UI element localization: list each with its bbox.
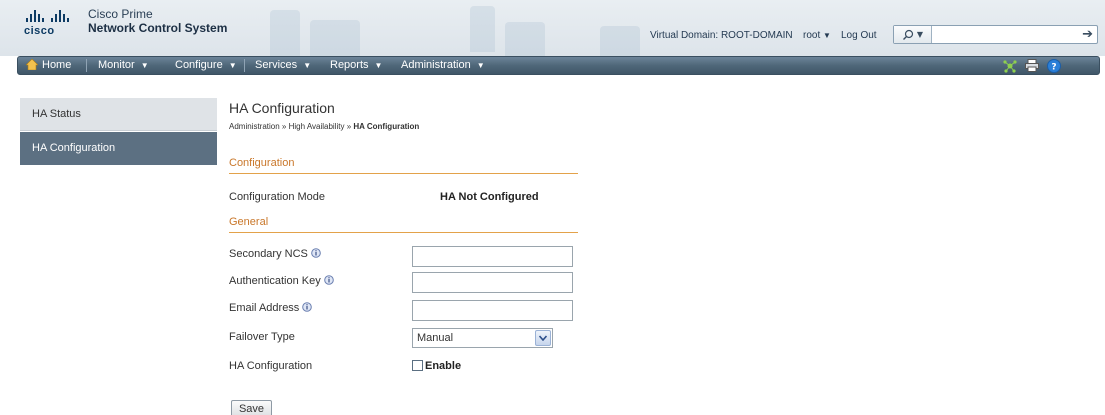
logout-link[interactable]: Log Out: [841, 30, 877, 41]
cisco-logo-bars-icon: [26, 10, 84, 22]
logo-wordmark: cisco: [24, 25, 55, 37]
header-decoration: [270, 10, 300, 56]
app-header: cisco Cisco Prime Network Control System…: [0, 0, 1105, 56]
chevron-down-icon: ▼: [140, 61, 149, 70]
email-label: Email Address: [229, 302, 313, 314]
failover-type-value: Manual: [417, 332, 454, 344]
chevron-down-icon: ▼: [823, 31, 831, 40]
chevron-down-icon: ▼: [374, 61, 383, 70]
nav-reports[interactable]: Reports ▼: [330, 57, 382, 74]
nav-divider: [244, 59, 245, 72]
nav-administration-label: Administration: [401, 59, 471, 71]
secondary-ncs-label: Secondary NCS: [229, 248, 321, 260]
print-icon[interactable]: [1025, 59, 1039, 72]
enable-checkbox[interactable]: [412, 360, 423, 371]
info-icon[interactable]: [311, 248, 321, 258]
product-line1: Cisco Prime: [88, 7, 153, 21]
nav-tools: ?: [1003, 58, 1061, 73]
main-nav: Home Monitor ▼ Configure ▼ Services ▼ Repor…: [17, 56, 1100, 75]
failover-type-label: Failover Type: [229, 331, 295, 343]
nav-configure-label: Configure: [175, 59, 223, 71]
chevron-down-icon[interactable]: [535, 330, 551, 346]
global-search: ▼ ➔: [893, 25, 1098, 44]
info-icon[interactable]: [323, 275, 334, 285]
home-icon: [26, 59, 38, 70]
arrow-right-icon[interactable]: ➔: [1082, 26, 1093, 43]
section-header-configuration: Configuration: [229, 157, 578, 174]
chevron-down-icon: ▼: [228, 61, 237, 70]
svg-text:?: ?: [1051, 62, 1056, 72]
nav-monitor-label: Monitor: [98, 59, 135, 71]
page-title: HA Configuration: [229, 100, 335, 116]
header-decoration: [505, 22, 545, 56]
config-mode-value: HA Not Configured: [440, 191, 539, 203]
nav-monitor[interactable]: Monitor ▼: [98, 57, 149, 74]
product-name: Cisco Prime Network Control System: [88, 7, 227, 36]
secondary-ncs-label-text: Secondary NCS: [229, 248, 308, 260]
breadcrumb: Administration » High Availability » HA …: [229, 122, 420, 131]
section-header-general: General: [229, 216, 578, 233]
nav-divider: [86, 59, 87, 72]
sidebar-item-ha-status[interactable]: HA Status: [20, 98, 217, 131]
user-name: root: [803, 30, 821, 41]
nav-services[interactable]: Services ▼: [255, 57, 311, 74]
nav-configure[interactable]: Configure ▼: [175, 57, 237, 74]
auth-key-label: Authentication Key: [229, 275, 334, 287]
breadcrumb-item[interactable]: Administration: [229, 122, 280, 131]
info-icon[interactable]: [302, 302, 313, 312]
sidebar-item-ha-configuration[interactable]: HA Configuration: [20, 132, 217, 165]
header-decoration: [310, 20, 360, 56]
cisco-logo: cisco: [24, 10, 84, 42]
secondary-ncs-input[interactable]: [412, 246, 573, 267]
failover-type-select[interactable]: Manual: [412, 328, 553, 348]
save-button[interactable]: Save: [231, 400, 272, 415]
help-icon[interactable]: ?: [1047, 58, 1061, 73]
user-menu[interactable]: root ▼: [803, 30, 831, 41]
network-icon[interactable]: [1003, 59, 1017, 73]
search-icon: [902, 29, 914, 40]
ha-config-label: HA Configuration: [229, 360, 313, 372]
product-line2: Network Control System: [88, 21, 228, 35]
config-mode-label: Configuration Mode: [229, 191, 326, 203]
chevron-down-icon: ▼: [916, 30, 924, 39]
search-input[interactable]: [934, 27, 1074, 42]
chevron-down-icon: ▼: [476, 61, 485, 70]
breadcrumb-current: HA Configuration: [353, 122, 420, 131]
nav-administration[interactable]: Administration ▼: [401, 57, 485, 74]
nav-services-label: Services: [255, 59, 298, 71]
nav-reports-label: Reports: [330, 59, 369, 71]
virtual-domain-label: Virtual Domain: ROOT-DOMAIN: [650, 30, 793, 41]
breadcrumb-item[interactable]: High Availability: [289, 122, 345, 131]
email-label-text: Email Address: [229, 302, 300, 314]
enable-checkbox-label[interactable]: Enable: [425, 360, 461, 372]
search-scope-button[interactable]: ▼: [894, 26, 932, 43]
auth-key-label-text: Authentication Key: [229, 275, 321, 287]
nav-home[interactable]: Home: [26, 57, 71, 74]
auth-key-input[interactable]: [412, 272, 573, 293]
header-decoration: [470, 6, 495, 52]
email-input[interactable]: [412, 300, 573, 321]
chevron-down-icon: ▼: [303, 61, 312, 70]
nav-home-label: Home: [42, 59, 72, 71]
header-decoration: [600, 26, 640, 56]
